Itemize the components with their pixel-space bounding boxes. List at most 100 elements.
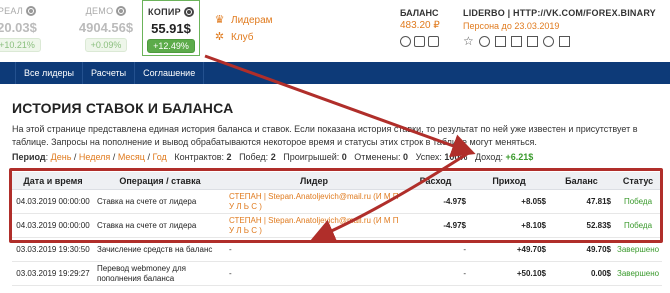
account-demo[interactable]: ДЕМО 4904.56$ +0.09% [68,0,144,56]
settings-icon[interactable] [543,36,554,47]
contracts-value: 2 [226,152,232,162]
row-balance: 47.81$ [586,197,611,206]
col-income: Приход [492,175,526,186]
row-operation: Ставка на счете от лидера [97,197,197,206]
percent-icon[interactable] [495,36,506,47]
col-balance: Баланс [565,175,598,186]
row-balance: 0.00$ [590,269,611,278]
account-header: РЕАЛ 20.03$ +10.21% ДЕМО 4904.56$ +0.09%… [0,0,670,62]
table-row: 03.03.2019 19:29:27 Перевод webmoney для… [12,262,662,286]
row-balance: 49.70$ [586,245,611,254]
account-copier-amount: 55.91$ [151,21,191,36]
account-real[interactable]: РЕАЛ 20.03$ +10.21% [0,0,52,56]
nav-item-menu[interactable] [0,62,16,84]
success-label: Успех: [415,152,442,162]
coins-icon[interactable] [400,36,411,47]
link-leaders[interactable]: ♛ Лидерам [213,12,273,29]
logout-icon[interactable] [559,36,570,47]
row-expense: -4.97$ [443,221,466,230]
link-club-label: Клуб [231,32,254,43]
row-date: 04.03.2019 00:00:00 [16,197,90,206]
row-expense: - [463,245,466,254]
lock-icon[interactable] [527,36,538,47]
col-status: Статус [622,175,654,186]
main-nav: Все лидеры Расчеты Соглашение [0,62,670,84]
col-expense: Расход [419,175,452,186]
nav-item-payments[interactable]: Расчеты [83,62,136,84]
account-copier[interactable]: КОПИР 55.91$ +12.49% [142,0,200,56]
period-year[interactable]: Год [152,152,166,162]
row-income: +49.70$ [516,245,546,254]
table-row: 03.03.2019 19:30:50 Зачисление средств н… [12,238,662,262]
account-copier-change: +12.49% [147,39,195,53]
row-operation: Зачисление средств на баланс [97,245,213,254]
row-status: Победа [623,197,653,206]
period-week[interactable]: Неделя [79,152,110,162]
star-icon[interactable]: ☆ [463,35,474,47]
period-filter: Период: День / Неделя / Месяц / Год Конт… [12,152,534,162]
table-row: 04.03.2019 00:00:00 Ставка на счете от л… [12,214,662,238]
row-income: +50.10$ [516,269,546,278]
link-leaders-label: Лидерам [231,15,273,26]
row-status: Победа [623,221,653,230]
losses-value: 0 [341,152,347,162]
history-table: Дата и время Операция / ставка Лидер Рас… [12,172,662,286]
cancelled-value: 0 [403,152,409,162]
profile-subtitle: Персона до 23.03.2019 [463,21,560,31]
grid-icon[interactable] [511,36,522,47]
row-income: +8.10$ [521,221,546,230]
row-income: +8.05$ [521,197,546,206]
account-real-amount: 20.03$ [0,20,37,35]
contracts-label: Контрактов: [174,152,225,162]
col-leader: Лидер [299,175,329,186]
page-title: ИСТОРИЯ СТАВОК И БАЛАНСА [12,100,234,116]
col-date: Дата и время [23,175,83,186]
nav-item-all-leaders[interactable]: Все лидеры [16,62,84,84]
page-description: На этой странице представлена единая ист… [12,124,638,147]
row-date: 04.03.2019 00:00:00 [16,221,90,230]
balance-value: 483.20 ₽ [400,20,440,31]
period-month[interactable]: Месяц [118,152,145,162]
income-value: +6.21$ [505,152,534,162]
row-operation: Перевод webmoney для пополнения баланса [97,263,186,283]
account-demo-change: +0.09% [84,38,128,52]
balance-label: БАЛАНС [400,8,439,18]
balance-block: БАЛАНС 483.20 ₽ [400,8,440,47]
side-links: ♛ Лидерам ✲ Клуб [213,12,273,46]
profile-title[interactable]: LIDERBO | HTTP://VK.COM/FOREX.BINARY [463,8,656,18]
gear-icon[interactable] [183,7,194,17]
wallet-icon[interactable] [414,36,425,47]
table-row: 04.03.2019 00:00:00 Ставка на счете от л… [12,190,662,214]
account-copier-label: КОПИР [148,7,181,17]
leader-icon: ♛ [214,14,225,26]
period-day[interactable]: День [51,152,72,162]
wins-label: Побед: [239,152,269,162]
account-demo-label: ДЕМО [85,6,114,16]
row-leader[interactable]: СТЕПАН | Stepan.Anatoljevich@mail.ru (И … [226,192,402,212]
cancelled-label: Отменены: [354,152,401,162]
link-club[interactable]: ✲ Клуб [213,29,273,46]
gear-icon[interactable] [26,6,37,16]
nav-item-agreement[interactable]: Соглашение [135,62,205,84]
row-date: 03.03.2019 19:30:50 [16,245,90,254]
table-header: Дата и время Операция / ставка Лидер Рас… [12,172,662,190]
gear-icon[interactable] [116,6,127,16]
row-leader[interactable]: СТЕПАН | Stepan.Anatoljevich@mail.ru (И … [226,216,402,236]
income-label: Доход: [474,152,503,162]
wins-value: 2 [270,152,276,162]
col-operation: Операция / ставка [119,175,201,186]
dollar-icon[interactable] [479,36,490,47]
row-balance: 52.83$ [586,221,611,230]
losses-label: Проигрышей: [283,152,340,162]
row-status: Завершено [617,245,660,254]
account-demo-amount: 4904.56$ [78,20,134,35]
row-operation: Ставка на счете от лидера [97,221,197,230]
row-status: Завершено [617,269,660,278]
row-expense: - [463,269,466,278]
account-real-label: РЕАЛ [0,6,24,16]
club-icon: ✲ [214,31,225,43]
row-leader: - [229,245,232,254]
history-icon[interactable] [428,36,439,47]
period-label: Период [12,152,46,162]
row-expense: -4.97$ [443,197,466,206]
